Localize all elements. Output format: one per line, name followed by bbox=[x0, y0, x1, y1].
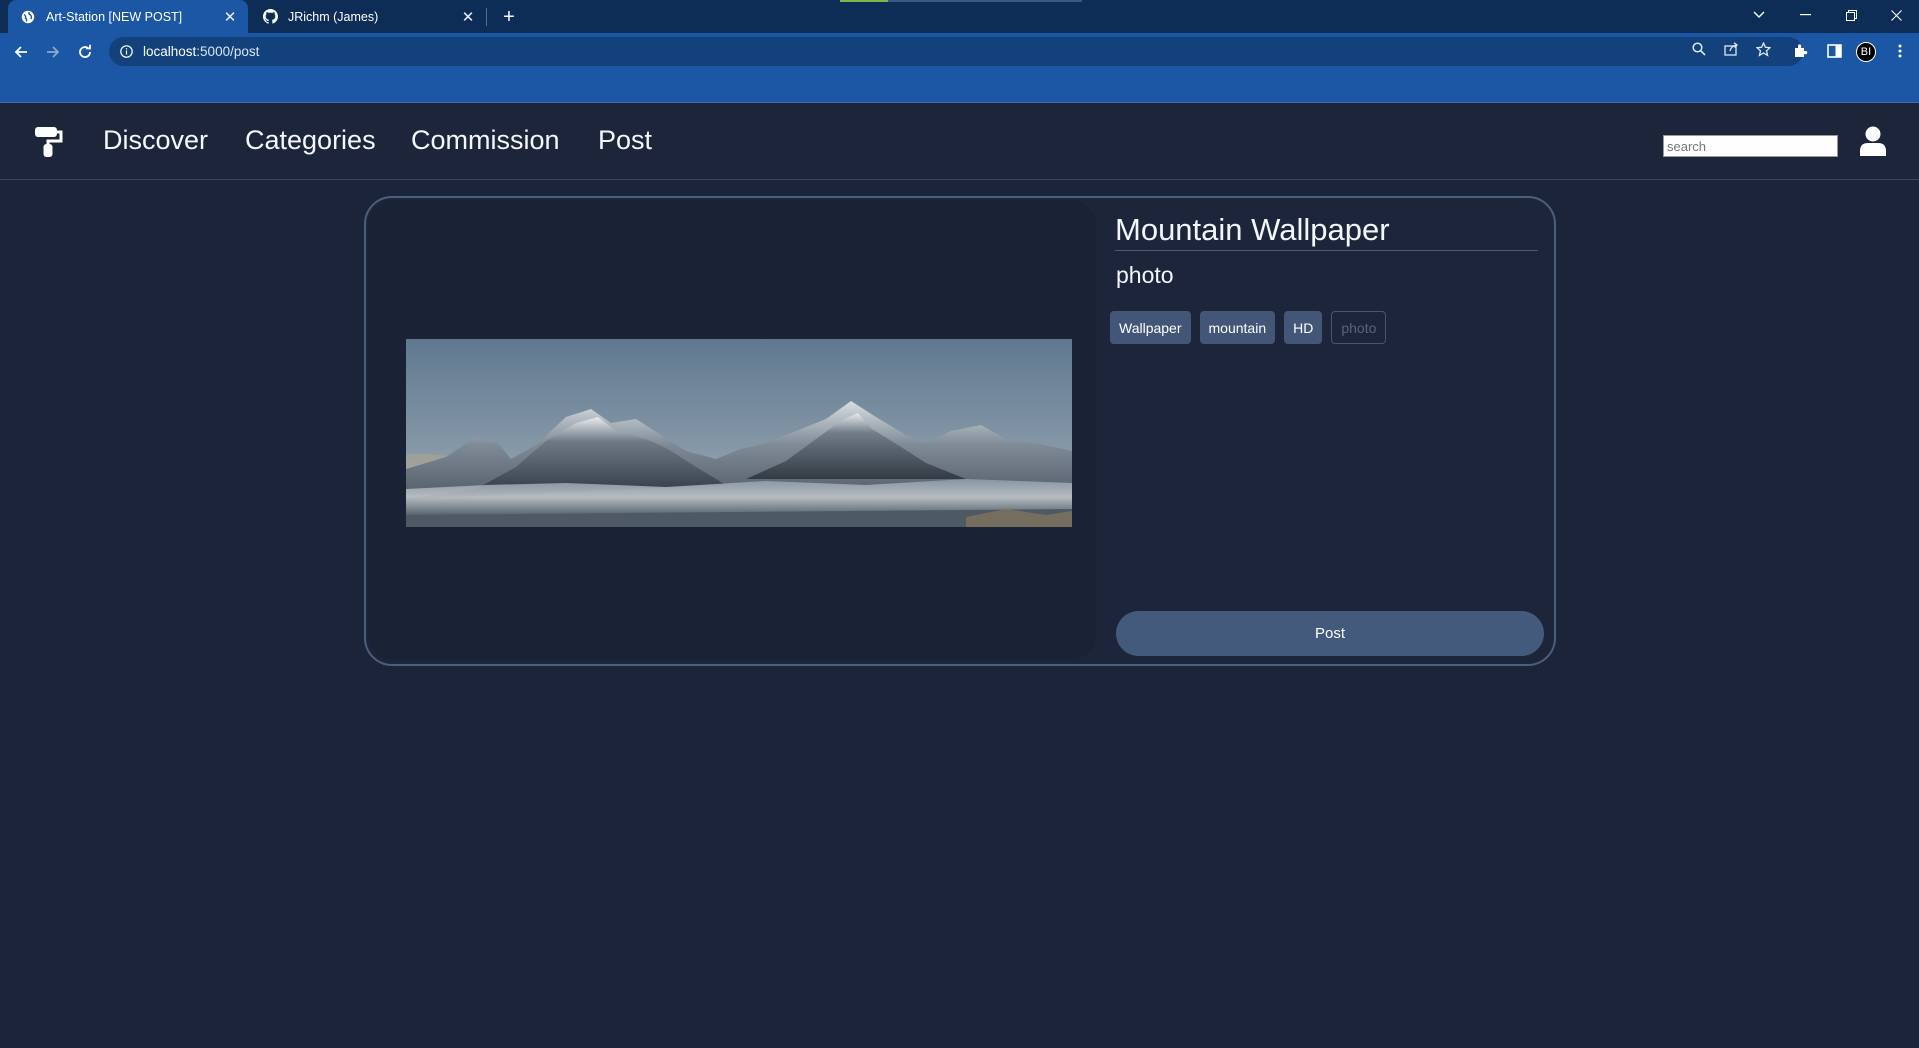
reload-button[interactable] bbox=[73, 40, 97, 64]
restore-button[interactable] bbox=[1828, 0, 1874, 30]
info-icon[interactable] bbox=[119, 45, 133, 59]
browser-tab[interactable]: JRichm (James) ✕ bbox=[250, 0, 486, 33]
back-button[interactable] bbox=[9, 40, 33, 64]
close-window-button[interactable] bbox=[1873, 0, 1919, 30]
paint-roller-icon[interactable] bbox=[34, 126, 64, 158]
minimize-button[interactable] bbox=[1782, 0, 1828, 30]
tab-separator bbox=[486, 8, 487, 26]
tab-title: Art-Station [NEW POST] bbox=[46, 9, 183, 24]
tag-list: Wallpaper mountain HD photo bbox=[1110, 311, 1387, 344]
zoom-icon[interactable] bbox=[1691, 41, 1707, 57]
tag-chip[interactable]: Wallpaper bbox=[1110, 311, 1191, 344]
url-text: localhost:5000/post bbox=[143, 44, 259, 59]
user-icon[interactable] bbox=[1859, 126, 1887, 156]
search-input[interactable] bbox=[1663, 135, 1838, 157]
extensions-icon[interactable] bbox=[1790, 40, 1812, 62]
nav-categories[interactable]: Categories bbox=[245, 125, 376, 156]
tab-search-button[interactable] bbox=[1736, 0, 1782, 30]
loading-indicator bbox=[840, 0, 888, 2]
github-icon bbox=[262, 9, 278, 25]
share-icon[interactable] bbox=[1723, 41, 1739, 57]
image-preview-pane[interactable] bbox=[368, 200, 1096, 660]
browser-tab-active[interactable]: Art-Station [NEW POST] ✕ bbox=[8, 0, 248, 33]
post-category[interactable]: photo bbox=[1116, 262, 1174, 289]
post-submit-button[interactable]: Post bbox=[1116, 611, 1544, 656]
reload-icon bbox=[79, 44, 91, 58]
loading-indicator-track bbox=[888, 0, 1082, 2]
artwork-image bbox=[406, 339, 1072, 527]
tag-chip[interactable]: HD bbox=[1284, 311, 1323, 344]
side-panel-icon[interactable] bbox=[1823, 40, 1845, 62]
nav-post[interactable]: Post bbox=[598, 125, 652, 156]
restore-icon bbox=[1845, 9, 1857, 21]
minimize-icon bbox=[1799, 14, 1811, 16]
address-bar[interactable]: localhost:5000/post bbox=[109, 37, 1803, 66]
nav-discover[interactable]: Discover bbox=[103, 125, 208, 156]
more-menu-icon[interactable] bbox=[1889, 40, 1911, 62]
arrow-right-icon bbox=[47, 46, 60, 58]
close-icon bbox=[1890, 9, 1902, 21]
tab-title: JRichm (James) bbox=[288, 9, 379, 24]
tag-chip[interactable]: mountain bbox=[1199, 311, 1276, 344]
tag-input[interactable]: photo bbox=[1331, 311, 1387, 344]
post-title[interactable]: Mountain Wallpaper bbox=[1115, 212, 1538, 251]
star-icon[interactable] bbox=[1755, 41, 1771, 57]
browser-toolbar: localhost:5000/post BI bbox=[0, 33, 1919, 103]
globe-icon bbox=[20, 9, 36, 25]
url-path: :5000/post bbox=[196, 44, 260, 59]
close-icon[interactable]: ✕ bbox=[460, 9, 476, 26]
chevron-down-icon bbox=[1753, 11, 1765, 18]
close-icon[interactable]: ✕ bbox=[222, 9, 238, 26]
nav-commission[interactable]: Commission bbox=[411, 125, 560, 156]
browser-tab-strip: Art-Station [NEW POST] ✕ JRichm (James) … bbox=[0, 0, 1919, 33]
forward-button[interactable] bbox=[41, 40, 65, 64]
profile-avatar[interactable]: BI bbox=[1856, 42, 1876, 62]
new-post-card: Mountain Wallpaper photo Wallpaper mount… bbox=[364, 196, 1556, 666]
site-navbar: Discover Categories Commission Post bbox=[0, 104, 1919, 180]
arrow-left-icon bbox=[14, 46, 27, 58]
url-host: localhost bbox=[143, 44, 197, 59]
new-tab-button[interactable]: + bbox=[498, 6, 520, 28]
